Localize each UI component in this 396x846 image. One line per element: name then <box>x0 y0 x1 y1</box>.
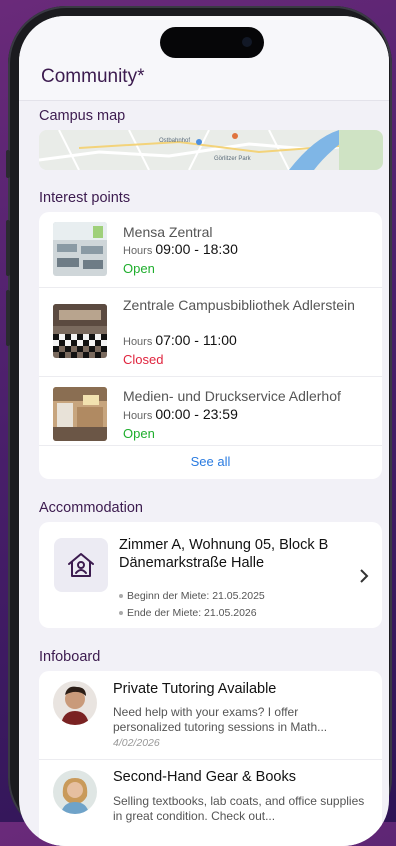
divider <box>39 445 382 446</box>
poi-hours-value: 07:00 - 11:00 <box>155 332 237 348</box>
poi-hours-label: Hours <box>123 245 153 257</box>
rental-start: Beginn der Miete: 21.05.2025 <box>127 590 265 602</box>
map-graphic <box>39 130 383 170</box>
library-photo <box>53 304 107 358</box>
infoboard-item[interactable]: Second-Hand Gear & Books Selling textboo… <box>39 760 382 846</box>
timeline-dot <box>119 594 123 599</box>
volume-up-button <box>6 220 10 276</box>
poi-name: Mensa Zentral <box>123 224 213 240</box>
infoboard-item-date: 4/02/2026 <box>113 737 160 749</box>
campus-map[interactable]: Ostbahnhof Görlitzer Park <box>39 130 383 170</box>
poi-hours-label: Hours <box>123 336 153 348</box>
campus-map-title: Campus map <box>39 108 126 124</box>
page-title: Community* <box>41 66 145 87</box>
poi-hours: Hours 07:00 - 11:00 <box>123 332 237 348</box>
male-avatar <box>53 681 97 725</box>
interest-points-title: Interest points <box>39 190 131 206</box>
poi-item[interactable]: Zentrale Campusbibliothek Adlerstein Hou… <box>39 288 382 376</box>
infoboard-card: Private Tutoring Available Need help wit… <box>39 671 382 846</box>
infoboard-item-title: Private Tutoring Available <box>113 681 277 697</box>
home-user-icon <box>54 538 108 592</box>
infoboard-item-description: Need help with your exams? I offer perso… <box>113 705 328 734</box>
print-service-photo <box>53 387 107 441</box>
infoboard-item-title: Second-Hand Gear & Books <box>113 769 296 785</box>
chevron-right-icon <box>358 568 370 589</box>
poi-item[interactable]: Medien- und Druckservice Adlerhof Hours 0… <box>39 377 382 453</box>
volume-down-button <box>6 290 10 346</box>
poi-status: Closed <box>123 352 164 367</box>
timeline-dot <box>119 611 123 616</box>
infoboard-title: Infoboard <box>39 649 101 665</box>
poi-status: Open <box>123 261 155 276</box>
map-label-goerlitzer-park: Görlitzer Park <box>214 156 251 162</box>
mute-switch <box>6 150 10 178</box>
rental-end: Ende der Miete: 21.05.2026 <box>127 607 257 619</box>
poi-status: Open <box>123 426 155 441</box>
poi-name: Zentrale Campusbibliothek Adlerstein <box>123 297 355 313</box>
poi-hours-label: Hours <box>123 410 153 422</box>
poi-item[interactable]: Mensa Zentral Hours 09:00 - 18:30 Open <box>39 212 382 286</box>
poi-name: Medien- und Druckservice Adlerhof <box>123 388 341 404</box>
dynamic-island <box>160 27 264 58</box>
infoboard-item-description: Selling textbooks, lab coats, and office… <box>113 794 365 823</box>
interest-points-card: Mensa Zentral Hours 09:00 - 18:30 Open Z… <box>39 212 382 479</box>
female-avatar <box>53 770 97 814</box>
see-all-link[interactable]: See all <box>39 454 382 469</box>
poi-hours: Hours 00:00 - 23:59 <box>123 406 238 422</box>
app-screen: Community* Campus map Ostbahnhof Görlitz… <box>19 16 389 846</box>
map-label-ostbahnhof: Ostbahnhof <box>159 138 191 144</box>
cafeteria-photo <box>53 222 107 276</box>
poi-hours: Hours 09:00 - 18:30 <box>123 241 238 257</box>
accommodation-card[interactable]: Zimmer A, Wohnung 05, Block B Dänemarkst… <box>39 522 382 628</box>
rental-dates: Beginn der Miete: 21.05.2025 Ende der Mi… <box>119 588 265 622</box>
infoboard-item[interactable]: Private Tutoring Available Need help wit… <box>39 671 382 759</box>
accommodation-name: Zimmer A, Wohnung 05, Block B Dänemarkst… <box>119 537 329 571</box>
accommodation-title: Accommodation <box>39 500 143 516</box>
poi-hours-value: 00:00 - 23:59 <box>155 406 238 422</box>
poi-hours-value: 09:00 - 18:30 <box>155 241 238 257</box>
